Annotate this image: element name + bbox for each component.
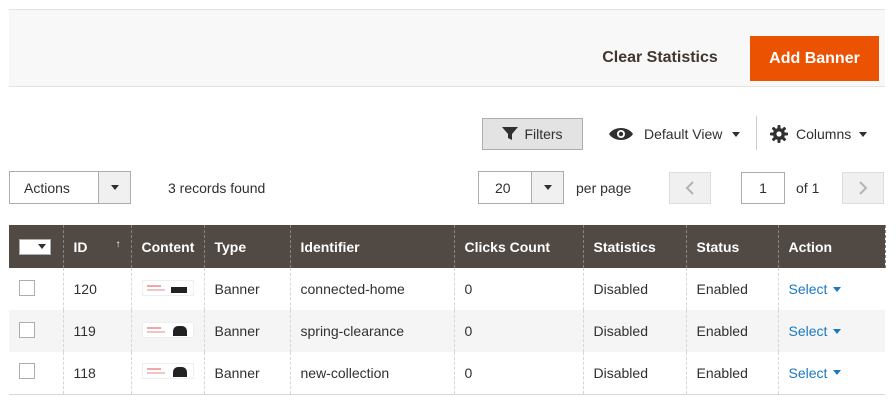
page-actions-bar: Clear Statistics Add Banner <box>9 9 885 87</box>
cell-status: Enabled <box>685 352 778 394</box>
row-checkbox[interactable] <box>19 363 35 380</box>
per-page-label: per page <box>576 180 632 196</box>
cell-status: Enabled <box>685 310 778 352</box>
cell-id: 120 <box>62 268 131 310</box>
per-page-value: 20 <box>495 179 511 196</box>
cell-clicks-count: 0 <box>453 268 583 310</box>
column-header-clicks-count[interactable]: Clicks Count <box>453 225 584 268</box>
cell-statistics: Disabled <box>582 310 686 352</box>
row-checkbox[interactable] <box>19 279 35 296</box>
chevron-down-icon <box>833 370 842 376</box>
mass-select-checkbox[interactable] <box>19 238 51 255</box>
next-page-button[interactable] <box>842 172 884 204</box>
cell-type: Banner <box>203 310 290 352</box>
filters-button[interactable]: Filters <box>482 118 583 150</box>
cell-status: Enabled <box>685 268 778 310</box>
cell-id: 118 <box>62 352 131 394</box>
total-pages-text: of 1 <box>796 180 820 196</box>
column-header-id[interactable]: ID ↑ <box>62 225 132 268</box>
chevron-left-icon <box>685 181 694 195</box>
cell-type: Banner <box>203 268 290 310</box>
column-header-identifier[interactable]: Identifier <box>289 225 455 268</box>
banners-grid: ID ↑ Content Type Identifier Clicks Count… <box>9 225 886 395</box>
cell-clicks-count: 0 <box>453 310 583 352</box>
banner-thumbnail <box>141 279 194 296</box>
records-found-text: 3 records found <box>168 180 266 196</box>
columns-label: Columns <box>796 126 852 142</box>
sort-arrow-icon: ↑ <box>115 238 121 250</box>
mass-select-header[interactable] <box>9 225 64 268</box>
table-row[interactable]: 120 Banner connected-home 0 Disabled Ena… <box>9 268 885 310</box>
view-label: Default View <box>644 126 723 142</box>
toolbar-divider <box>756 116 757 150</box>
chevron-down-icon <box>531 172 563 203</box>
mass-actions-select[interactable]: Actions <box>9 171 131 204</box>
row-action-select[interactable]: Select <box>789 323 842 339</box>
banner-thumbnail <box>141 321 194 338</box>
chevron-down-icon <box>38 244 46 249</box>
chevron-right-icon <box>859 181 868 195</box>
table-row[interactable]: 119 Banner spring-clearance 0 Disabled E… <box>9 310 885 352</box>
default-view-dropdown[interactable]: Default View <box>608 120 741 148</box>
cell-id: 119 <box>62 310 131 352</box>
cell-identifier: connected-home <box>289 268 454 310</box>
chevron-down-icon <box>98 172 130 203</box>
table-row[interactable]: 118 Banner new-collection 0 Disabled Ena… <box>9 352 885 394</box>
chevron-down-icon <box>732 131 741 137</box>
mass-actions-label: Actions <box>24 179 70 196</box>
column-header-statistics[interactable]: Statistics <box>582 225 687 268</box>
column-header-status[interactable]: Status <box>685 225 779 268</box>
chevron-down-icon <box>833 328 842 334</box>
cell-clicks-count: 0 <box>453 352 583 394</box>
chevron-down-icon <box>859 131 868 137</box>
gear-icon <box>770 125 788 143</box>
cell-statistics: Disabled <box>582 352 686 394</box>
page-number-input[interactable] <box>741 172 785 204</box>
row-checkbox[interactable] <box>19 321 35 338</box>
eye-icon <box>609 128 633 140</box>
row-action-select[interactable]: Select <box>789 365 842 381</box>
chevron-down-icon <box>833 286 842 292</box>
clear-statistics-button[interactable]: Clear Statistics <box>585 36 735 80</box>
add-banner-button[interactable]: Add Banner <box>750 36 879 81</box>
per-page-select[interactable]: 20 <box>478 171 564 204</box>
grid-header-row: ID ↑ Content Type Identifier Clicks Count… <box>9 225 886 268</box>
cell-type: Banner <box>203 352 290 394</box>
cell-identifier: spring-clearance <box>289 310 454 352</box>
column-header-action: Action <box>777 225 886 268</box>
column-header-content[interactable]: Content <box>130 225 205 268</box>
funnel-icon <box>502 127 519 140</box>
cell-statistics: Disabled <box>582 268 686 310</box>
previous-page-button[interactable] <box>669 172 711 204</box>
row-action-select[interactable]: Select <box>789 281 842 297</box>
column-header-type[interactable]: Type <box>203 225 291 268</box>
banner-thumbnail <box>141 363 194 380</box>
columns-dropdown[interactable]: Columns <box>770 120 868 148</box>
filters-label: Filters <box>524 126 563 142</box>
cell-identifier: new-collection <box>289 352 454 394</box>
